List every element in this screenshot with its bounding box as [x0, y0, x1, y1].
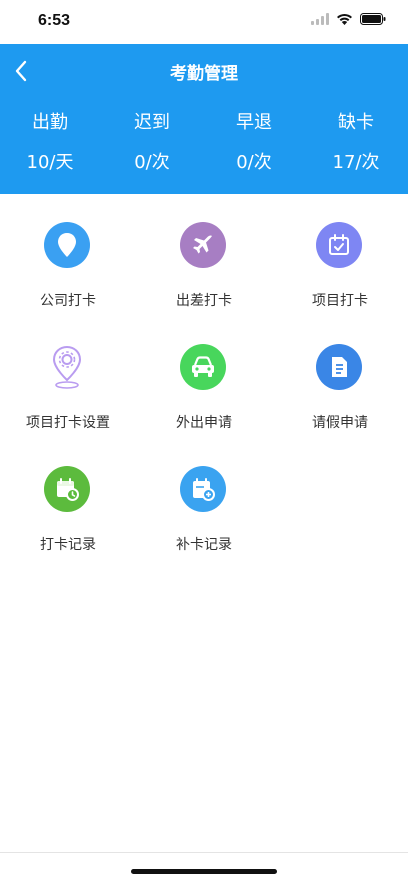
- header: 考勤管理 出勤 10/天 迟到 0/次 早退 0/次 缺卡 17/次: [0, 44, 408, 194]
- battery-icon: [360, 13, 386, 25]
- status-icons: [311, 13, 386, 25]
- location-gear-icon: [44, 344, 90, 390]
- menu-project-checkin[interactable]: 项目打卡: [272, 194, 408, 314]
- menu-label: 请假申请: [312, 415, 368, 431]
- home-indicator[interactable]: [131, 869, 277, 874]
- menu-outing-request[interactable]: 外出申请: [136, 316, 272, 436]
- menu-checkin-records[interactable]: 打卡记录: [0, 438, 136, 558]
- menu-makeup-records[interactable]: 补卡记录: [136, 438, 272, 558]
- calendar-plus-icon: [180, 466, 226, 512]
- menu-label: 外出申请: [176, 415, 232, 431]
- signal-icon: [311, 13, 329, 25]
- stat-late: 迟到 0/次: [112, 110, 192, 176]
- stat-value: 17/次: [332, 152, 380, 173]
- menu-label: 打卡记录: [40, 537, 96, 553]
- page-title: 考勤管理: [170, 64, 238, 84]
- wifi-icon: [337, 14, 352, 25]
- menu-label: 补卡记录: [176, 537, 232, 553]
- menu-company-checkin[interactable]: 公司打卡: [0, 194, 136, 314]
- airplane-icon: [180, 222, 226, 268]
- status-bar: 6:53: [0, 0, 408, 44]
- stat-value: 10/天: [26, 152, 74, 173]
- car-icon: [180, 344, 226, 390]
- menu-project-checkin-settings[interactable]: 项目打卡设置: [0, 316, 136, 436]
- attendance-stats: 出勤 10/天 迟到 0/次 早退 0/次 缺卡 17/次: [0, 110, 408, 180]
- document-icon: [316, 344, 362, 390]
- stat-missed-punch: 缺卡 17/次: [316, 110, 396, 176]
- menu-label: 公司打卡: [40, 293, 96, 309]
- stat-label: 缺卡: [338, 112, 374, 133]
- status-time: 6:53: [38, 12, 71, 29]
- stat-label: 出勤: [32, 112, 68, 133]
- stat-value: 0/次: [236, 152, 272, 173]
- stat-value: 0/次: [134, 152, 170, 173]
- stat-label: 早退: [236, 112, 272, 133]
- stat-attendance: 出勤 10/天: [10, 110, 90, 176]
- menu-label: 出差打卡: [176, 293, 232, 309]
- stat-label: 迟到: [134, 112, 170, 133]
- calendar-check-icon: [316, 222, 362, 268]
- menu-label: 项目打卡: [312, 293, 368, 309]
- stat-early-leave: 早退 0/次: [214, 110, 294, 176]
- bottom-divider: [0, 852, 408, 853]
- menu-label: 项目打卡设置: [26, 415, 110, 431]
- menu-business-trip-checkin[interactable]: 出差打卡: [136, 194, 272, 314]
- calendar-clock-icon: [44, 466, 90, 512]
- menu-leave-request[interactable]: 请假申请: [272, 316, 408, 436]
- location-pin-icon: [44, 222, 90, 268]
